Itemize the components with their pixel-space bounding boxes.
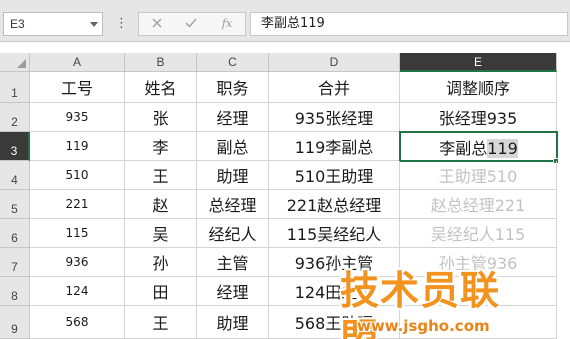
cell-e3-active-editor[interactable]: 李副总119	[399, 131, 558, 162]
row-header-8[interactable]: 8	[0, 277, 30, 306]
cell-c8[interactable]: 经理	[197, 277, 269, 306]
formula-bar: E3 ⋮ fx 李副总119	[0, 0, 570, 42]
cell-e1[interactable]: 调整顺序	[400, 72, 557, 103]
cell-e5-flash-fill-preview[interactable]: 赵总经理221	[400, 190, 557, 219]
cell-a8[interactable]: 124	[30, 277, 125, 306]
editing-selected-text: 119	[487, 138, 518, 158]
cell-a2[interactable]: 935	[30, 103, 125, 132]
cell-a4[interactable]: 510	[30, 161, 125, 190]
cell-c4[interactable]: 助理	[197, 161, 269, 190]
cell-c3[interactable]: 副总	[197, 132, 269, 161]
column-header-d[interactable]: D	[269, 53, 400, 72]
cell-b7[interactable]: 孙	[125, 248, 197, 277]
close-icon[interactable]	[145, 16, 169, 32]
cell-b6[interactable]: 吴	[125, 219, 197, 248]
editing-prefix: 李副总	[439, 138, 488, 158]
cell-a7[interactable]: 936	[30, 248, 125, 277]
cell-b5[interactable]: 赵	[125, 190, 197, 219]
row-header-4[interactable]: 4	[0, 161, 30, 190]
column-header-c[interactable]: C	[197, 53, 269, 72]
cell-d3[interactable]: 119李副总	[269, 132, 400, 161]
cell-a1[interactable]: 工号	[30, 72, 125, 103]
cell-b1[interactable]: 姓名	[125, 72, 197, 103]
fx-label: fx	[221, 17, 233, 30]
name-box-value: E3	[10, 17, 25, 31]
cell-e4-flash-fill-preview[interactable]: 王助理510	[400, 161, 557, 190]
check-icon[interactable]	[179, 16, 203, 32]
row-header-5[interactable]: 5	[0, 190, 30, 219]
cell-c2[interactable]: 经理	[197, 103, 269, 132]
cell-a9[interactable]: 568	[30, 306, 125, 339]
formula-buttons: fx	[138, 12, 246, 36]
vertical-dots-icon[interactable]: ⋮	[115, 15, 128, 33]
row-header-6[interactable]: 6	[0, 219, 30, 248]
name-box[interactable]: E3	[3, 12, 103, 36]
select-all-triangle-icon	[17, 59, 26, 68]
fx-icon[interactable]: fx	[215, 16, 239, 32]
cell-c5[interactable]: 总经理	[197, 190, 269, 219]
row-header-9[interactable]: 9	[0, 306, 30, 339]
cell-d4[interactable]: 510王助理	[269, 161, 400, 190]
formula-text: 李副总119	[261, 16, 325, 31]
column-header-b[interactable]: B	[125, 53, 197, 72]
column-header-e[interactable]: E	[400, 53, 557, 72]
cell-a5[interactable]: 221	[30, 190, 125, 219]
cell-b4[interactable]: 王	[125, 161, 197, 190]
select-all-corner[interactable]	[0, 53, 30, 72]
cell-e6-flash-fill-preview[interactable]: 吴经纪人115	[400, 219, 557, 248]
watermark-url: www.jsgho.com	[357, 317, 490, 335]
cell-c7[interactable]: 主管	[197, 248, 269, 277]
cell-c6[interactable]: 经纪人	[197, 219, 269, 248]
column-header-a[interactable]: A	[30, 53, 125, 72]
row-header-1[interactable]: 1	[0, 72, 30, 103]
cell-b8[interactable]: 田	[125, 277, 197, 306]
row-header-7[interactable]: 7	[0, 248, 30, 277]
cell-a6[interactable]: 115	[30, 219, 125, 248]
cell-d2[interactable]: 935张经理	[269, 103, 400, 132]
row-header-2[interactable]: 2	[0, 103, 30, 132]
chevron-down-icon[interactable]	[90, 22, 98, 27]
row-header-3[interactable]: 3	[0, 132, 30, 161]
cell-d5[interactable]: 221赵总经理	[269, 190, 400, 219]
cell-b3[interactable]: 李	[125, 132, 197, 161]
cell-c9[interactable]: 助理	[197, 306, 269, 339]
cell-b9[interactable]: 王	[125, 306, 197, 339]
cell-c1[interactable]: 职务	[197, 72, 269, 103]
cell-d6[interactable]: 115吴经纪人	[269, 219, 400, 248]
cell-a3[interactable]: 119	[30, 132, 125, 161]
watermark-logo: 技术员联盟	[340, 269, 501, 339]
cell-d1[interactable]: 合并	[269, 72, 400, 103]
cell-b2[interactable]: 张	[125, 103, 197, 132]
cell-e2[interactable]: 张经理935	[400, 103, 557, 132]
formula-input[interactable]: 李副总119	[250, 12, 568, 36]
